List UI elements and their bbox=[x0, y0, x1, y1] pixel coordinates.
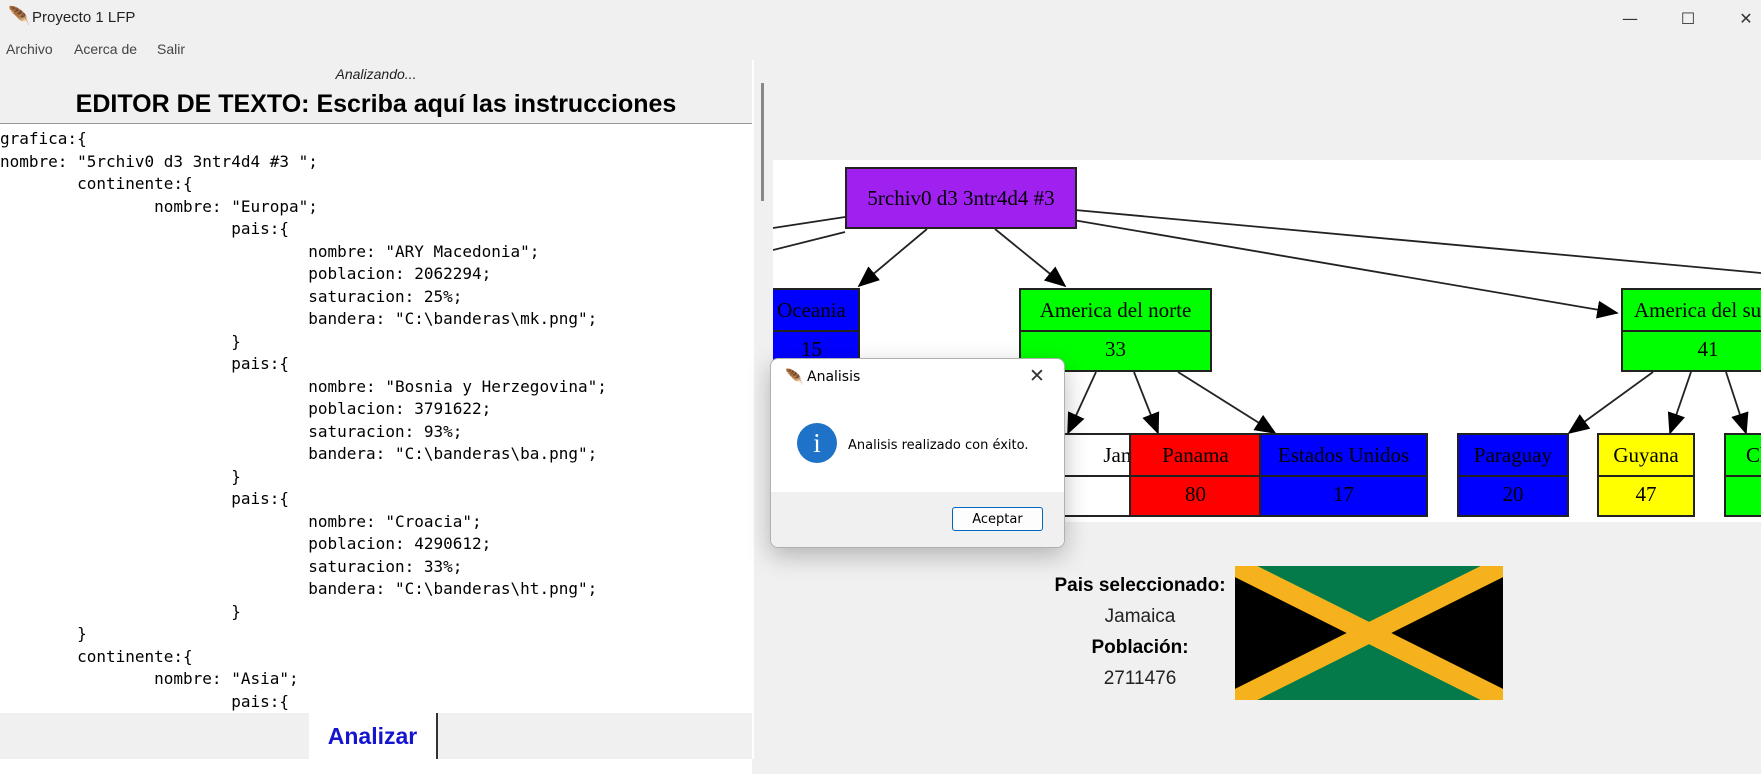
editor-heading: EDITOR DE TEXTO: Escriba aquí las instru… bbox=[75, 90, 677, 118]
accept-button[interactable]: Aceptar bbox=[952, 507, 1043, 531]
graph-node-label: Paraguay bbox=[1459, 435, 1567, 477]
pane-divider bbox=[752, 60, 754, 759]
menu-acerca-de[interactable]: Acerca de bbox=[74, 41, 137, 57]
selected-country-label: Pais seleccionado: bbox=[1054, 575, 1226, 596]
edge bbox=[1133, 371, 1160, 435]
graph-node-label: Estados Unidos bbox=[1261, 435, 1426, 477]
graph-node-value bbox=[1726, 475, 1761, 515]
menu-archivo[interactable]: Archivo bbox=[6, 41, 53, 57]
graph-node-value: 17 bbox=[1333, 482, 1354, 506]
analysis-dialog: 🪶 Analisis ✕ i Analisis realizado con éx… bbox=[770, 358, 1065, 548]
graph-node-label: Chile bbox=[1726, 435, 1761, 477]
jamaica-flag-image bbox=[1235, 566, 1503, 700]
graph-node-value: 41 bbox=[1697, 337, 1719, 361]
graph-node-panama: Panama 80 bbox=[1129, 433, 1262, 517]
population-value: 2711476 bbox=[1103, 668, 1177, 689]
graph-node-guyana: Guyana 47 bbox=[1597, 433, 1695, 517]
graph-node-value: 80 bbox=[1185, 482, 1206, 506]
edge bbox=[1074, 209, 1761, 274]
edge bbox=[773, 216, 846, 229]
menu-bar: Archivo Acerca de Salir bbox=[0, 36, 1761, 60]
graph-node-label: Guyana bbox=[1599, 435, 1693, 477]
status-text: Analizando... bbox=[335, 66, 417, 82]
edge bbox=[857, 228, 928, 288]
window-title: Proyecto 1 LFP bbox=[32, 9, 136, 26]
graph-node-paraguay: Paraguay 20 bbox=[1457, 433, 1569, 517]
graph-node-label: Panama bbox=[1131, 435, 1260, 477]
feather-icon: 🪶 bbox=[785, 369, 804, 386]
selected-country-panel: Pais seleccionado: Jamaica Población: 27… bbox=[1040, 570, 1240, 694]
feather-icon: 🪶 bbox=[8, 6, 31, 26]
graph-node-label: America del sur bbox=[1623, 290, 1761, 332]
edge bbox=[1567, 371, 1654, 435]
maximize-button[interactable]: ☐ bbox=[1659, 0, 1717, 36]
close-button[interactable]: ✕ bbox=[1717, 0, 1761, 36]
population-label: Población: bbox=[1091, 637, 1189, 658]
dialog-title: Analisis bbox=[807, 369, 861, 385]
graph-node-america-sur: America del sur 41 bbox=[1621, 288, 1761, 372]
editor-pane: Analizando... EDITOR DE TEXTO: Escriba a… bbox=[0, 60, 752, 774]
edge bbox=[773, 231, 846, 251]
graph-root-label: 5rchiv0 d3 3ntr4d4 #3 bbox=[867, 186, 1055, 210]
info-icon: i bbox=[797, 423, 837, 463]
edge bbox=[1667, 371, 1692, 435]
edge bbox=[1725, 371, 1749, 435]
dialog-close-button[interactable]: ✕ bbox=[1029, 365, 1045, 387]
vertical-scrollbar[interactable] bbox=[761, 83, 764, 201]
analyze-button[interactable]: Analizar bbox=[309, 713, 438, 759]
graph-node-chile: Chile bbox=[1724, 433, 1761, 517]
graph-node-label: Oceania bbox=[773, 290, 858, 332]
graph-root-node: 5rchiv0 d3 3ntr4d4 #3 bbox=[845, 167, 1077, 229]
edge bbox=[1067, 371, 1097, 435]
graph-node-estados-unidos: Estados Unidos 17 bbox=[1259, 433, 1428, 517]
selected-country-name: Jamaica bbox=[1104, 606, 1176, 627]
minimize-button[interactable]: — bbox=[1601, 0, 1659, 36]
title-bar: 🪶 Proyecto 1 LFP — ☐ ✕ bbox=[0, 0, 1761, 36]
editor-content[interactable]: grafica:{ nombre: "5rchiv0 d3 3ntr4d4 #3… bbox=[0, 124, 752, 713]
edge bbox=[1177, 371, 1277, 434]
graph-node-value: 47 bbox=[1635, 482, 1657, 506]
edge bbox=[994, 228, 1067, 288]
graph-node-value: 20 bbox=[1502, 482, 1524, 506]
menu-salir[interactable]: Salir bbox=[157, 41, 185, 57]
text-editor[interactable]: grafica:{ nombre: "5rchiv0 d3 3ntr4d4 #3… bbox=[0, 123, 752, 774]
graph-node-label: America del norte bbox=[1021, 290, 1210, 332]
dialog-message: Analisis realizado con éxito. bbox=[848, 438, 1029, 453]
